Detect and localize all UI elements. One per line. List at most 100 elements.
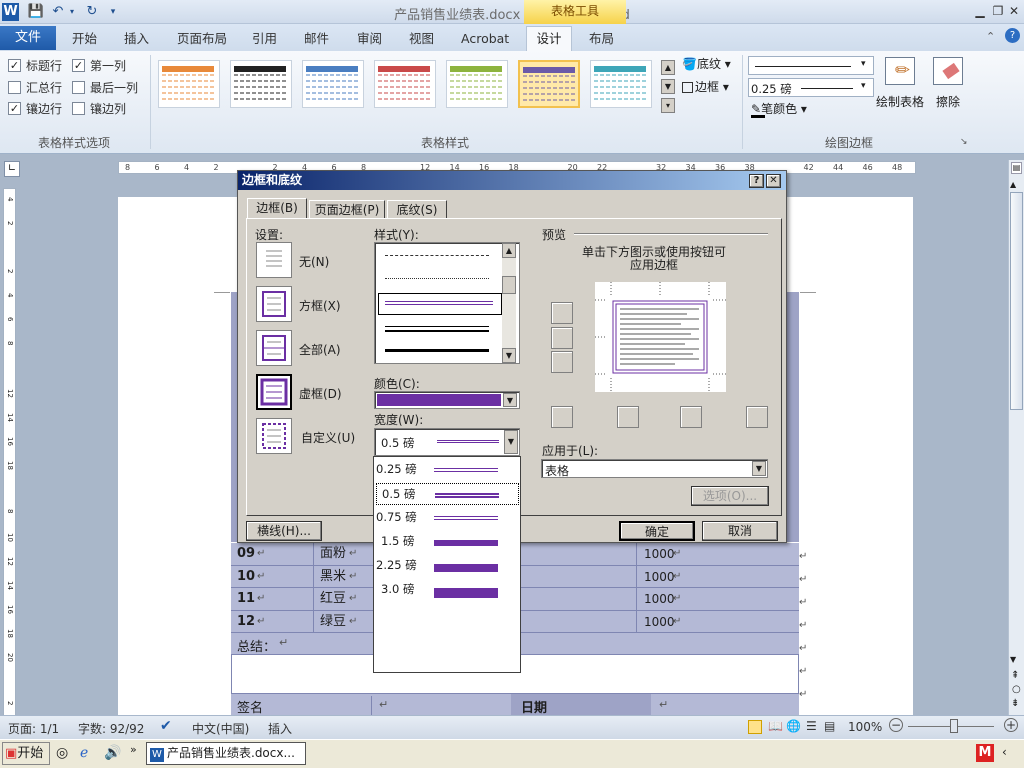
tab-insert[interactable]: 插入 <box>124 29 149 49</box>
tab-selector-icon[interactable]: ∟ <box>4 161 20 177</box>
borders-button[interactable]: 边框 ▾ <box>682 78 729 95</box>
previous-page-icon[interactable]: ⇞ <box>1011 670 1019 681</box>
inside-horizontal-border-icon[interactable] <box>551 327 573 349</box>
line-style-dash-dot[interactable] <box>385 255 489 256</box>
table-style-thumbnail[interactable] <box>302 60 364 108</box>
diagonal-up-border-icon[interactable] <box>551 406 573 428</box>
preview-pane[interactable] <box>595 282 726 392</box>
table-style-thumbnail[interactable] <box>374 60 436 108</box>
diagonal-down-border-icon[interactable] <box>746 406 768 428</box>
banded-rows-checkbox[interactable]: ✓ <box>8 102 21 115</box>
tab-mailings[interactable]: 邮件 <box>304 29 329 49</box>
scroll-up-icon[interactable]: ▲ <box>1010 180 1016 189</box>
pen-weight-select[interactable]: 0.25 磅 ▾ <box>748 78 874 97</box>
setting-grid-icon[interactable] <box>256 374 292 410</box>
chevron-down-icon[interactable]: ▼ <box>503 393 517 407</box>
minimize-ribbon-icon[interactable]: ⌃ <box>986 30 995 43</box>
signature-row[interactable]: 签名 ↵ 日期 ↵ <box>231 693 799 716</box>
scroll-down-icon[interactable]: ▼ <box>1010 655 1016 664</box>
table-style-thumbnail[interactable] <box>158 60 220 108</box>
zoom-out-icon[interactable]: − <box>889 718 903 732</box>
help-icon[interactable]: ? <box>1005 28 1020 43</box>
draw-table-label[interactable]: 绘制表格 <box>876 93 924 110</box>
width-option[interactable]: 0.75 磅 <box>376 507 519 529</box>
setting-box-label[interactable]: 方框(X) <box>299 297 341 314</box>
table-style-thumbnail[interactable] <box>446 60 508 108</box>
width-option[interactable]: 2.25 磅 <box>376 555 519 577</box>
eraser-icon[interactable] <box>933 57 963 85</box>
line-style-thick[interactable] <box>385 349 489 352</box>
restore-icon[interactable]: ❐ <box>990 3 1006 19</box>
taskbar-word-window[interactable]: W 产品销售业绩表.docx... <box>146 742 306 765</box>
header-row-checkbox[interactable]: ✓ <box>8 59 21 72</box>
vertical-scrollbar[interactable]: ▤ ▲ ▼ ⇞ ○ ⇟ <box>1008 160 1024 715</box>
banded-columns-checkbox[interactable] <box>72 102 85 115</box>
inside-vertical-border-icon[interactable] <box>680 406 702 428</box>
start-button[interactable]: ▣开始 <box>2 742 50 765</box>
tray-chevron-icon[interactable]: ‹ <box>1002 745 1007 759</box>
setting-grid-label[interactable]: 虚框(D) <box>299 385 342 402</box>
tab-view[interactable]: 视图 <box>409 29 434 49</box>
last-column-checkbox[interactable] <box>72 81 85 94</box>
line-style-dash-dot-dot[interactable] <box>385 278 489 279</box>
tray-app-icon[interactable]: M <box>976 744 994 762</box>
top-border-icon[interactable] <box>551 302 573 324</box>
ok-button[interactable]: 确定 <box>619 521 695 541</box>
chevron-down-icon[interactable]: ▼ <box>752 461 766 476</box>
tab-file[interactable]: 文件 <box>0 26 56 50</box>
width-select[interactable]: 0.5 磅 ▼ <box>374 428 520 456</box>
apply-to-select[interactable]: 表格 ▼ <box>541 459 768 478</box>
dialog-help-button[interactable]: ? <box>749 174 764 188</box>
tab-shading[interactable]: 底纹(S) <box>387 200 447 219</box>
setting-none-icon[interactable] <box>256 242 292 278</box>
gallery-scroll-down-icon[interactable]: ▼ <box>661 79 675 94</box>
language[interactable]: 中文(中国) <box>192 720 249 737</box>
tab-borders[interactable]: 边框(B) <box>247 198 307 219</box>
tab-design[interactable]: 设计 <box>526 26 572 52</box>
width-option[interactable]: 1.5 磅 <box>376 531 519 553</box>
tab-table-layout[interactable]: 布局 <box>589 29 614 49</box>
quick-launch-icon[interactable]: 🔊 <box>104 745 121 761</box>
insert-mode[interactable]: 插入 <box>268 720 292 737</box>
line-style-selected[interactable] <box>378 293 502 315</box>
setting-box-icon[interactable] <box>256 286 292 322</box>
bottom-border-icon[interactable] <box>551 351 573 373</box>
quick-launch-more-icon[interactable]: » <box>130 743 137 756</box>
table-style-thumbnail[interactable] <box>590 60 652 108</box>
tab-review[interactable]: 审阅 <box>357 29 382 49</box>
eraser-label[interactable]: 擦除 <box>936 93 960 110</box>
tab-acrobat[interactable]: Acrobat <box>461 29 509 49</box>
setting-none-label[interactable]: 无(N) <box>299 253 329 270</box>
minimize-icon[interactable]: ▁ <box>972 3 988 19</box>
view-ruler-icon[interactable]: ▤ <box>1011 162 1022 174</box>
full-screen-reading-icon[interactable]: 📖 <box>768 719 783 733</box>
dialog-close-button[interactable]: ✕ <box>766 174 781 188</box>
zoom-in-icon[interactable]: + <box>1004 718 1018 732</box>
tab-references[interactable]: 引用 <box>252 29 277 49</box>
line-style-thin-thick[interactable] <box>385 326 489 332</box>
options-button[interactable]: 选项(O)... <box>691 486 769 506</box>
tab-home[interactable]: 开始 <box>72 29 97 49</box>
draw-table-icon[interactable]: ✏ <box>885 57 915 85</box>
close-window-icon[interactable]: ✕ <box>1006 3 1022 19</box>
table-style-thumbnail[interactable] <box>230 60 292 108</box>
setting-custom-label[interactable]: 自定义(U) <box>301 429 355 446</box>
style-scroll-thumb[interactable] <box>502 276 516 294</box>
width-option[interactable]: 3.0 磅 <box>376 579 519 601</box>
gallery-more-icon[interactable]: ▾ <box>661 98 675 113</box>
zoom-slider-thumb[interactable] <box>950 719 958 733</box>
cancel-button[interactable]: 取消 <box>702 521 778 541</box>
shading-button[interactable]: 🪣底纹 ▾ <box>682 55 731 72</box>
chevron-down-icon[interactable]: ▼ <box>504 430 518 454</box>
tab-page-border[interactable]: 页面边框(P) <box>309 200 385 219</box>
page-count[interactable]: 页面: 1/1 <box>8 720 59 737</box>
setting-all-label[interactable]: 全部(A) <box>299 341 341 358</box>
width-option[interactable]: 0.5 磅 <box>376 483 519 505</box>
width-option[interactable]: 0.25 磅 <box>376 459 519 481</box>
dialog-launcher-icon[interactable]: ↘ <box>960 137 968 147</box>
internet-explorer-icon[interactable]: ℯ <box>80 745 88 761</box>
style-scroll-up-icon[interactable]: ▲ <box>502 243 516 258</box>
setting-all-icon[interactable] <box>256 330 292 366</box>
zoom-level[interactable]: 100% <box>848 720 882 734</box>
pen-style-select[interactable]: ▾ <box>748 56 874 75</box>
